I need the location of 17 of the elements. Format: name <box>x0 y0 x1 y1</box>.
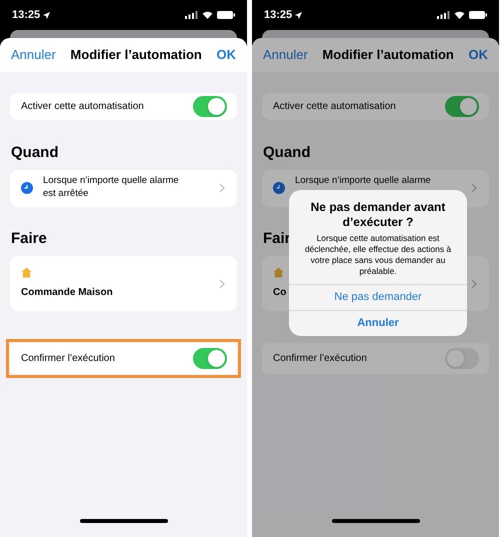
section-heading: Faire <box>11 228 47 248</box>
action-label: Co <box>273 286 286 300</box>
section-heading: Quand <box>11 143 58 163</box>
nav-title: Modifier l’automation <box>322 46 454 64</box>
action-label: Commande Maison <box>21 286 113 300</box>
trigger-text: Lorsque n’importe quelle alarme est arrêtée <box>43 174 180 200</box>
row-label: Activer cette automatisation <box>273 100 396 114</box>
row-label: Activer cette automatisation <box>21 100 144 114</box>
status-time: 13:25 <box>12 8 40 23</box>
nav-title: Modifier l’automation <box>70 46 202 64</box>
row-label: Confirmer l’exécution <box>21 352 115 366</box>
section-heading: Quand <box>263 143 310 163</box>
status-time: 13:25 <box>264 8 292 23</box>
row-label: Confirmer l’exécution <box>273 352 367 366</box>
alert-message: Lorsque cette automatisation est déclenchée, elle effectue des actions à votre place sans vous demander au préalable. <box>304 232 452 278</box>
section-heading: Fair <box>263 228 291 248</box>
trigger-text: Lorsque n’importe quelle alarme <box>295 174 432 186</box>
